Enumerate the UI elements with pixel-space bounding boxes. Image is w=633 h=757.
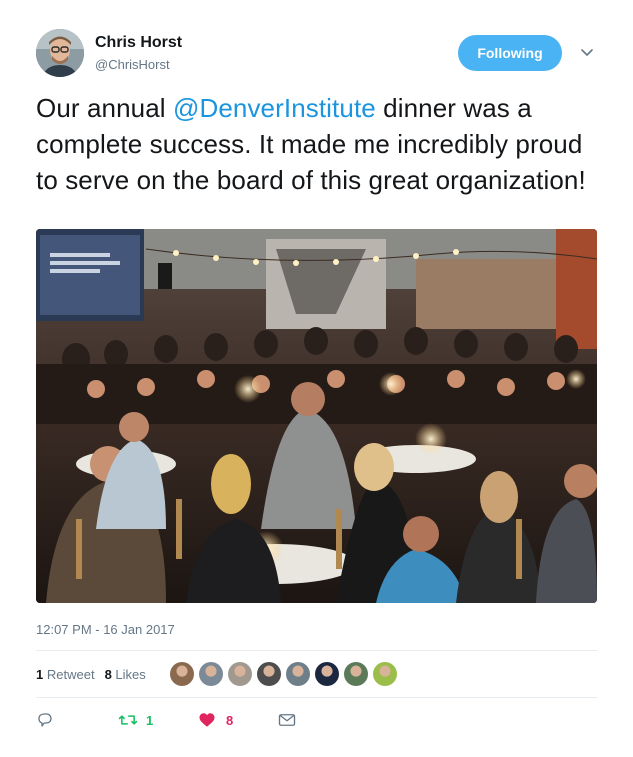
author-avatar[interactable] [36,29,84,77]
like-button[interactable]: 8 [198,708,233,732]
liker-avatars [169,662,402,686]
tweet-timestamp[interactable]: 12:07 PM - 16 Jan 2017 [36,622,175,637]
divider [36,697,597,698]
retweet-icon [118,711,138,729]
chevron-down-icon[interactable] [579,44,595,60]
likes-count: 8 [104,666,112,682]
author-name[interactable]: Chris Horst [95,34,182,52]
tweet-card: Chris Horst @ChrisHorst Following Our an… [0,0,633,757]
liker-avatar[interactable] [227,662,252,686]
liker-avatar[interactable] [314,662,339,686]
liker-avatar[interactable] [256,662,281,686]
reply-icon [36,711,54,729]
retweets-count: 1 [36,666,44,682]
like-action-count: 8 [226,712,234,728]
retweet-action-count: 1 [146,712,154,728]
liker-avatar[interactable] [198,662,223,686]
retweets-label: Retweet [46,666,95,682]
retweets-stat[interactable]: 1 Retweet [36,667,95,682]
likes-label: Likes [115,666,146,682]
following-button[interactable]: Following [458,35,562,71]
banquet-dinner-photo[interactable] [36,229,597,603]
retweet-button[interactable]: 1 [118,708,153,732]
tweet-text: Our annual @DenverInstitute dinner was a… [36,90,596,198]
engagement-stats: 1 Retweet 8 Likes [36,650,597,698]
direct-message-button[interactable] [278,708,296,732]
likes-stat[interactable]: 8 Likes [105,667,146,682]
liker-avatar[interactable] [285,662,310,686]
liker-avatar[interactable] [343,662,368,686]
liker-avatar[interactable] [169,662,194,686]
reply-button[interactable] [36,708,54,732]
liker-avatar[interactable] [372,662,397,686]
tweet-text-before: Our annual [36,93,173,123]
envelope-icon [278,712,296,728]
author-handle[interactable]: @ChrisHorst [95,57,170,72]
tweet-actions: 1 8 [36,708,597,732]
heart-icon [198,711,216,729]
mention-link[interactable]: @DenverInstitute [173,93,376,123]
